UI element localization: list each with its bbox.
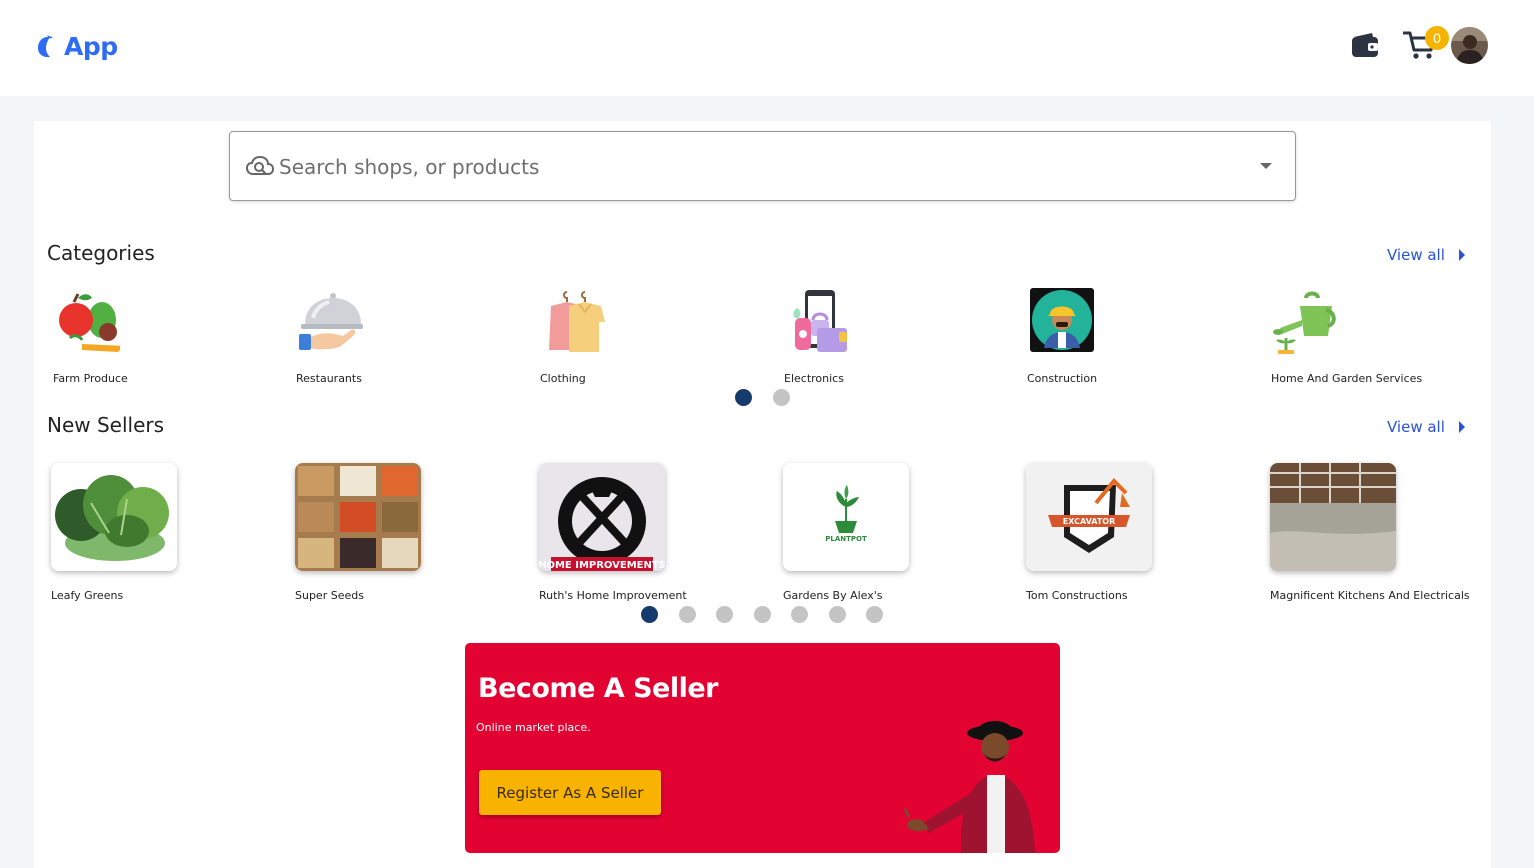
seller-gardens-by-alexs[interactable]: PLANTPOT Gardens By Alex's bbox=[783, 463, 1023, 613]
new-sellers-title: New Sellers bbox=[47, 413, 165, 437]
home-improvements-logo-text: HOME IMPROVEMENTS bbox=[539, 560, 665, 571]
dropdown-caret-icon[interactable] bbox=[1260, 163, 1272, 169]
sellers-page-dot-4[interactable] bbox=[754, 606, 771, 623]
seller-leafy-greens-image bbox=[51, 463, 177, 571]
seller-tom-constructions-logo: EXCAVATOR bbox=[1026, 463, 1152, 571]
seller-super-seeds-image bbox=[295, 463, 421, 571]
category-label: Clothing bbox=[540, 372, 586, 385]
banner-title: Become A Seller bbox=[478, 673, 718, 704]
category-construction[interactable]: Construction bbox=[1022, 288, 1222, 388]
category-electronics[interactable]: Electronics bbox=[779, 288, 979, 388]
user-avatar[interactable] bbox=[1451, 27, 1488, 64]
plantpot-logo-text: PLANTPOT bbox=[825, 535, 867, 543]
seller-magnificent-kitchens-image bbox=[1270, 463, 1396, 571]
excavator-logo-text: EXCAVATOR bbox=[1063, 517, 1116, 526]
categories-title: Categories bbox=[47, 241, 155, 265]
watering-can-icon bbox=[1273, 291, 1336, 354]
category-label: Electronics bbox=[784, 372, 844, 385]
serving-cloche-icon bbox=[299, 293, 363, 350]
seller-label: Gardens By Alex's bbox=[783, 589, 883, 602]
shirts-on-hangers-icon bbox=[549, 291, 605, 352]
sellers-page-dot-2[interactable] bbox=[679, 606, 696, 623]
category-home-and-garden-services[interactable]: Home And Garden Services bbox=[1266, 288, 1466, 388]
seller-super-seeds[interactable]: Super Seeds bbox=[295, 463, 535, 613]
top-navbar: App 0 bbox=[0, 0, 1534, 96]
category-label: Restaurants bbox=[296, 372, 362, 385]
seller-label: Magnificent Kitchens And Electricals bbox=[1270, 589, 1470, 602]
devices-icon bbox=[793, 290, 847, 352]
cloud-search-icon bbox=[246, 155, 274, 175]
fruit-vegetable-icon bbox=[59, 293, 120, 352]
logo-mark-icon bbox=[38, 34, 53, 57]
view-all-label: View all bbox=[1387, 418, 1445, 436]
become-seller-banner: Become A Seller Online market place. Reg… bbox=[465, 643, 1060, 853]
new-sellers-view-all-link[interactable]: View all bbox=[1387, 418, 1465, 436]
seller-leafy-greens[interactable]: Leafy Greens bbox=[51, 463, 291, 613]
sellers-page-dot-7[interactable] bbox=[866, 606, 883, 623]
wallet-icon[interactable] bbox=[1350, 31, 1380, 59]
seller-label: Ruth's Home Improvement bbox=[539, 589, 687, 602]
categories-page-dot-2[interactable] bbox=[773, 389, 790, 406]
banner-subtitle: Online market place. bbox=[476, 721, 591, 734]
construction-worker-icon bbox=[1030, 288, 1094, 352]
chevron-right-icon bbox=[1458, 421, 1465, 433]
sellers-page-dot-6[interactable] bbox=[829, 606, 846, 623]
category-label: Home And Garden Services bbox=[1271, 372, 1423, 385]
category-label: Construction bbox=[1027, 372, 1098, 385]
seller-label: Super Seeds bbox=[295, 589, 364, 602]
view-all-label: View all bbox=[1387, 246, 1445, 264]
category-farm-produce[interactable]: Farm Produce bbox=[48, 288, 248, 388]
register-seller-button[interactable]: Register As A Seller bbox=[479, 770, 661, 815]
sellers-page-dot-1[interactable] bbox=[641, 606, 658, 623]
category-label: Farm Produce bbox=[53, 372, 128, 385]
app-logo[interactable]: App bbox=[36, 32, 118, 61]
cart-count-badge: 0 bbox=[1425, 26, 1449, 50]
logo-text: App bbox=[64, 32, 118, 61]
search-bar[interactable] bbox=[229, 131, 1296, 201]
seller-label: Leafy Greens bbox=[51, 589, 124, 602]
categories-view-all-link[interactable]: View all bbox=[1387, 246, 1465, 264]
categories-page-dot-1[interactable] bbox=[735, 389, 752, 406]
sellers-page-dot-5[interactable] bbox=[791, 606, 808, 623]
seller-gardens-by-alexs-logo: PLANTPOT bbox=[783, 463, 909, 571]
category-clothing[interactable]: Clothing bbox=[535, 288, 735, 388]
seller-ruths-home-improvement[interactable]: HOME IMPROVEMENTS Ruth's Home Improvemen… bbox=[539, 463, 779, 613]
seller-magnificent-kitchens[interactable]: Magnificent Kitchens And Electricals bbox=[1270, 463, 1510, 613]
sellers-page-dot-3[interactable] bbox=[716, 606, 733, 623]
seller-tom-constructions[interactable]: EXCAVATOR Tom Constructions bbox=[1026, 463, 1266, 613]
category-restaurants[interactable]: Restaurants bbox=[291, 288, 491, 388]
banner-person-image bbox=[903, 721, 1035, 853]
search-input[interactable] bbox=[279, 148, 1239, 186]
seller-label: Tom Constructions bbox=[1026, 589, 1128, 602]
seller-ruths-home-improvement-logo: HOME IMPROVEMENTS bbox=[539, 463, 665, 571]
chevron-right-icon bbox=[1458, 249, 1465, 261]
